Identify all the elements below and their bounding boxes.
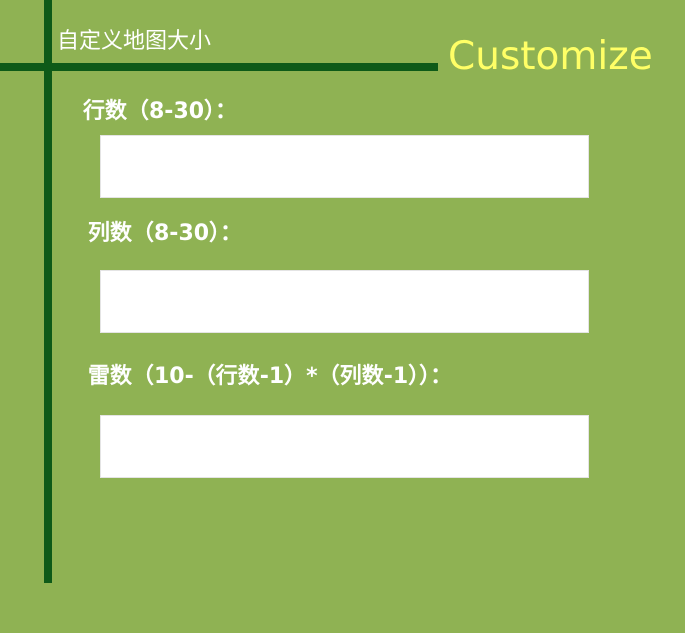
vertical-divider [44,0,52,583]
cols-label: 列数（8-30）： [88,221,243,246]
page-title: 自定义地图大小 [57,29,212,54]
rows-label: 行数（8-30）： [83,99,238,124]
brand-label: Customize [448,34,653,79]
mines-input[interactable] [100,415,589,478]
mines-label: 雷数（10-（行数-1）*（列数-1））： [88,364,453,389]
cols-input[interactable] [100,270,589,333]
rows-input[interactable] [100,135,589,198]
horizontal-divider [0,63,438,71]
